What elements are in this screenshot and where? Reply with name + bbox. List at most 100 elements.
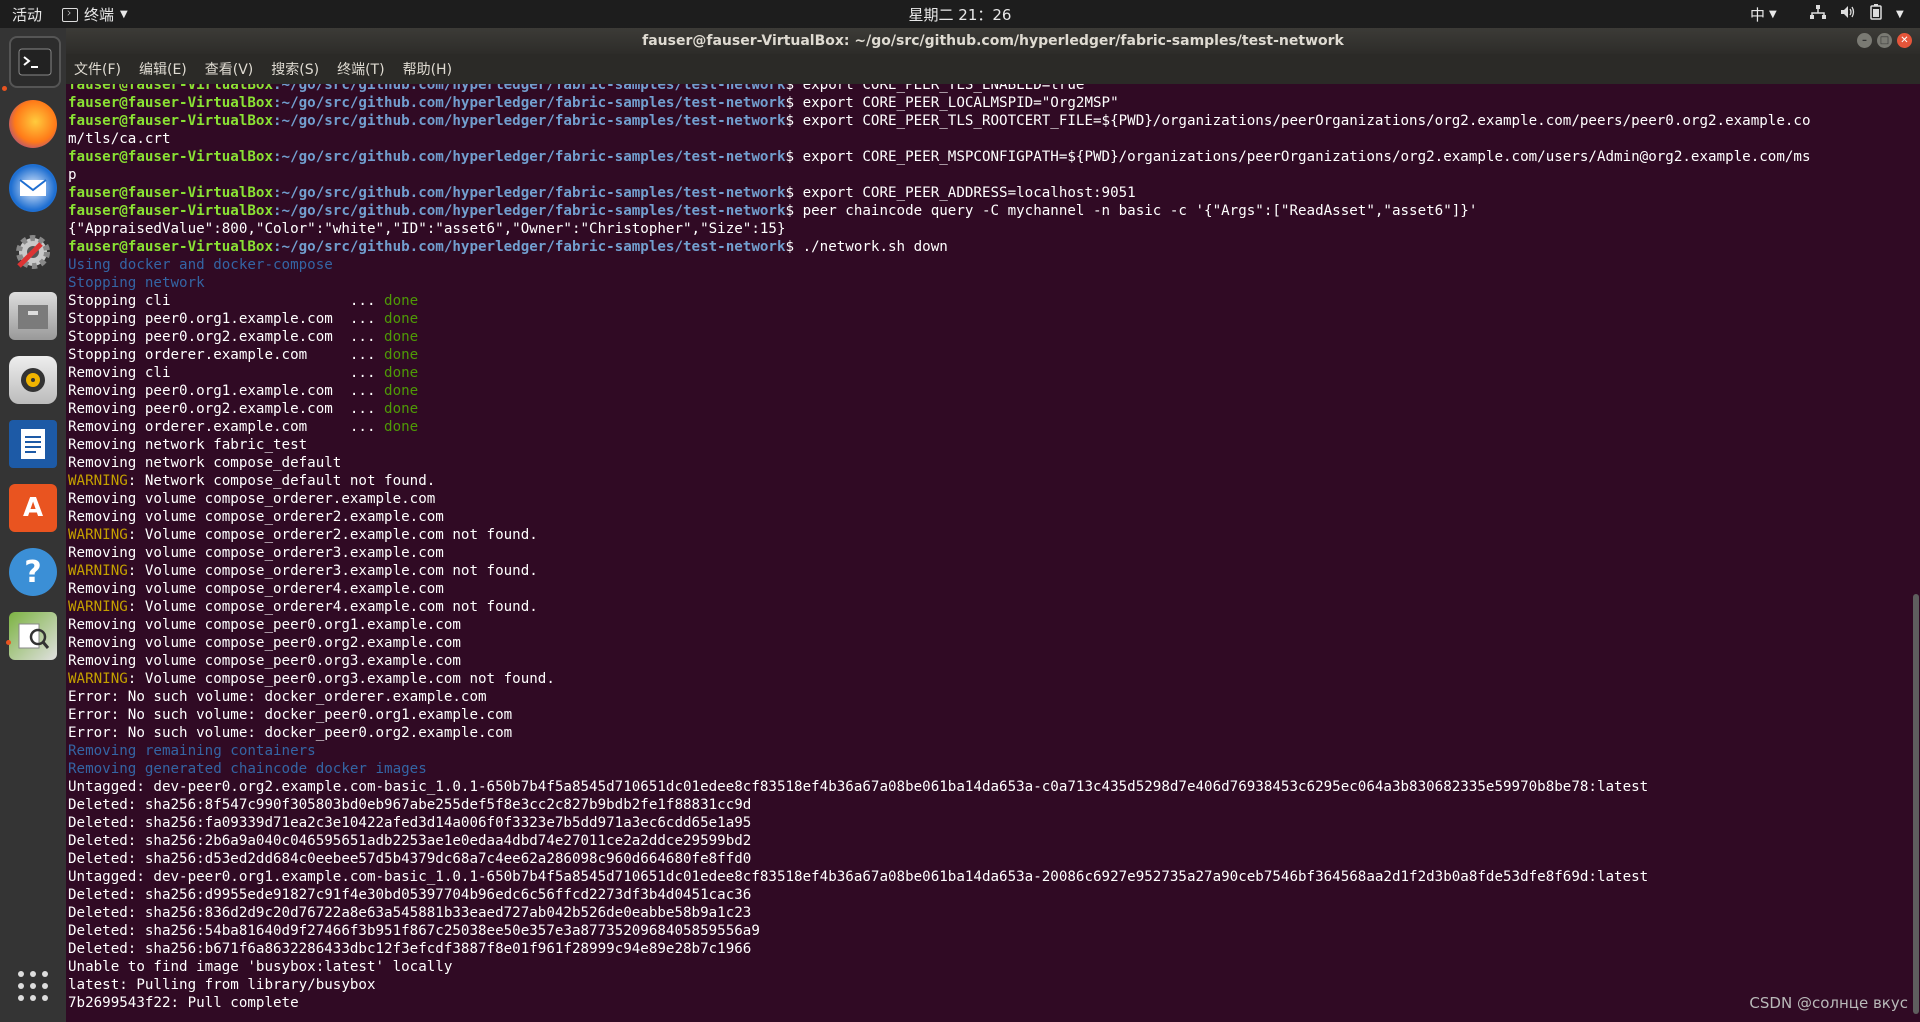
settings-icon[interactable]	[9, 228, 57, 276]
menu-file[interactable]: 文件(F)	[72, 57, 123, 81]
output-text: {"AppraisedValue":800,"Color":"white","I…	[68, 221, 786, 237]
prompt-sign: $	[785, 84, 803, 93]
prompt-user: fauser@fauser-VirtualBox	[68, 149, 273, 165]
terminal-line: Removing peer0.org1.example.com ... done	[68, 382, 1908, 400]
status-done: done	[384, 293, 419, 309]
prompt-path: :~/go/src/github.com/hyperledger/fabric-…	[273, 113, 786, 129]
clock[interactable]: 星期二 21：26	[0, 4, 1920, 25]
prompt-sign: $	[785, 95, 803, 111]
terminal-icon[interactable]	[9, 36, 61, 88]
terminal-line: Removing volume compose_peer0.org1.examp…	[68, 616, 1908, 634]
window-titlebar[interactable]: fauser@fauser-VirtualBox: ~/go/src/githu…	[66, 28, 1920, 54]
command-text: export CORE_PEER_TLS_ROOTCERT_FILE=${PWD…	[802, 113, 1811, 129]
scrollbar[interactable]	[1912, 84, 1920, 1022]
terminal-line: Untagged: dev-peer0.org2.example.com-bas…	[68, 778, 1908, 796]
menu-help[interactable]: 帮助(H)	[401, 57, 454, 81]
output-text: Deleted: sha256:b671f6a8632286433dbc12f3…	[68, 941, 752, 957]
software-icon[interactable]: A	[9, 484, 57, 532]
terminal-output[interactable]: fauser@fauser-VirtualBox:~/go/src/github…	[66, 84, 1920, 1022]
output-text: Deleted: sha256:fa09339d71ea2c3e10422afe…	[68, 815, 752, 831]
command-text: export CORE_PEER_TLS_ENABLED=true	[802, 84, 1085, 93]
menu-search[interactable]: 搜索(S)	[269, 57, 321, 81]
info-text: Using docker and docker-compose	[68, 257, 333, 273]
prompt-user: fauser@fauser-VirtualBox	[68, 113, 273, 129]
prompt-sign: $	[785, 203, 803, 219]
output-text: Error: No such volume: docker_peer0.org1…	[68, 707, 513, 723]
menu-view[interactable]: 查看(V)	[203, 57, 256, 81]
output-text: Removing network fabric_test	[68, 437, 308, 453]
output-text: Deleted: sha256:2b6a9a040c046595651adb22…	[68, 833, 752, 849]
output-text: Deleted: sha256:54ba81640d9f27466f3b951f…	[68, 923, 760, 939]
output-text: Error: No such volume: docker_peer0.org2…	[68, 725, 513, 741]
writer-icon[interactable]	[9, 420, 57, 468]
terminal-line: Removing volume compose_orderer4.example…	[68, 580, 1908, 598]
terminal-line: Deleted: sha256:b671f6a8632286433dbc12f3…	[68, 940, 1908, 958]
menu-bar: 文件(F) 编辑(E) 查看(V) 搜索(S) 终端(T) 帮助(H)	[66, 54, 1920, 84]
warning-label: WARNING	[68, 563, 128, 579]
terminal-line: {"AppraisedValue":800,"Color":"white","I…	[68, 220, 1908, 238]
output-text: Deleted: sha256:836d2d9c20d76722a8e63a54…	[68, 905, 752, 921]
output-text: Removing volume compose_orderer2.example…	[68, 509, 444, 525]
warning-label: WARNING	[68, 473, 128, 489]
info-text: Removing remaining containers	[68, 743, 316, 759]
output-text: Untagged: dev-peer0.org2.example.com-bas…	[68, 779, 1649, 795]
terminal-line: Unable to find image 'busybox:latest' lo…	[68, 958, 1908, 976]
terminal-line: Removing volume compose_orderer3.example…	[68, 544, 1908, 562]
warning-label: WARNING	[68, 671, 128, 687]
terminal-line: WARNING: Volume compose_peer0.org3.examp…	[68, 670, 1908, 688]
info-text: Stopping network	[68, 275, 205, 291]
terminal-line: Deleted: sha256:fa09339d71ea2c3e10422afe…	[68, 814, 1908, 832]
output-text: Removing orderer.example.com ...	[68, 419, 385, 435]
terminal-line: m/tls/ca.crt	[68, 130, 1908, 148]
terminal-line: Error: No such volume: docker_peer0.org1…	[68, 706, 1908, 724]
maximize-button[interactable]: □	[1877, 33, 1892, 48]
output-text: : Volume compose_orderer3.example.com no…	[127, 563, 538, 579]
terminal-line: WARNING: Volume compose_orderer3.example…	[68, 562, 1908, 580]
input-method-indicator[interactable]: 中 ▼	[1750, 4, 1777, 25]
prompt-path: :~/go/src/github.com/hyperledger/fabric-…	[273, 95, 786, 111]
output-text: : Network compose_default not found.	[127, 473, 436, 489]
scrollbar-thumb[interactable]	[1913, 594, 1919, 1014]
output-text: Deleted: sha256:d53ed2dd684c0eebee57d5b4…	[68, 851, 752, 867]
firefox-icon[interactable]	[9, 100, 57, 148]
files-icon[interactable]	[9, 292, 57, 340]
prompt-sign: $	[785, 149, 803, 165]
output-text: Removing volume compose_orderer4.example…	[68, 581, 444, 597]
terminal-line: Removing volume compose_orderer2.example…	[68, 508, 1908, 526]
output-text: Removing peer0.org2.example.com ...	[68, 401, 385, 417]
status-done: done	[384, 401, 419, 417]
menu-terminal[interactable]: 终端(T)	[335, 57, 386, 81]
output-text: Removing volume compose_peer0.org1.examp…	[68, 617, 461, 633]
tool-icon[interactable]	[9, 612, 57, 660]
prompt-sign: $	[785, 113, 803, 129]
output-text: Untagged: dev-peer0.org1.example.com-bas…	[68, 869, 1649, 885]
ime-label: 中	[1750, 6, 1766, 24]
close-button[interactable]: ✕	[1897, 33, 1912, 48]
warning-label: WARNING	[68, 599, 128, 615]
window-title: fauser@fauser-VirtualBox: ~/go/src/githu…	[642, 33, 1344, 49]
output-text: Removing cli ...	[68, 365, 385, 381]
prompt-user: fauser@fauser-VirtualBox	[68, 239, 273, 255]
terminal-line: Removing volume compose_peer0.org2.examp…	[68, 634, 1908, 652]
warning-label: WARNING	[68, 527, 128, 543]
terminal-line: Deleted: sha256:8f547c990f305803bd0eb967…	[68, 796, 1908, 814]
output-text: Stopping peer0.org2.example.com ...	[68, 329, 385, 345]
command-text: peer chaincode query -C mychannel -n bas…	[802, 203, 1478, 219]
terminal-line: Removing remaining containers	[68, 742, 1908, 760]
thunderbird-icon[interactable]	[9, 164, 57, 212]
apps-grid-icon[interactable]	[9, 962, 57, 1010]
terminal-line: 7b2699543f22: Pull complete	[68, 994, 1908, 1012]
system-tray[interactable]: ▼	[1810, 4, 1904, 24]
minimize-button[interactable]: –	[1857, 33, 1872, 48]
prompt-user: fauser@fauser-VirtualBox	[68, 203, 273, 219]
terminal-line: Untagged: dev-peer0.org1.example.com-bas…	[68, 868, 1908, 886]
status-done: done	[384, 329, 419, 345]
help-icon[interactable]: ?	[9, 548, 57, 596]
terminal-line: fauser@fauser-VirtualBox:~/go/src/github…	[68, 202, 1908, 220]
output-text: Unable to find image 'busybox:latest' lo…	[68, 959, 453, 975]
terminal-line: Stopping peer0.org1.example.com ... done	[68, 310, 1908, 328]
terminal-line: Error: No such volume: docker_orderer.ex…	[68, 688, 1908, 706]
menu-edit[interactable]: 编辑(E)	[137, 57, 189, 81]
rhythmbox-icon[interactable]	[9, 356, 57, 404]
output-text: latest: Pulling from library/busybox	[68, 977, 376, 993]
